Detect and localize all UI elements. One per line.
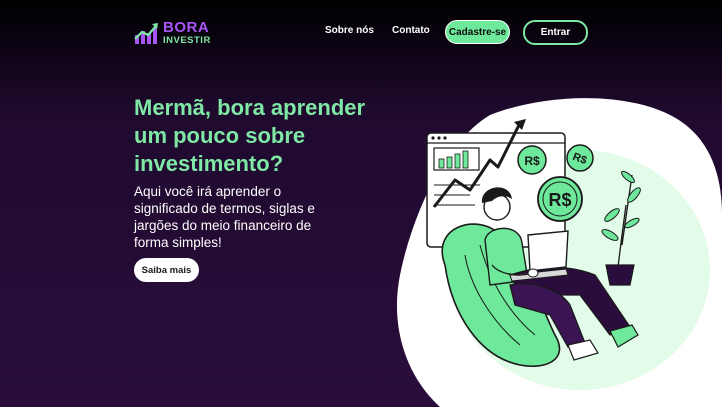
coin-icon: R$ (566, 144, 594, 172)
brand-name: BORA INVESTIR (163, 20, 211, 46)
brand-logo[interactable]: BORA INVESTIR (134, 20, 211, 46)
nav-link-contact[interactable]: Contato (392, 25, 430, 36)
coin-label: R$ (524, 154, 540, 168)
login-button[interactable]: Entrar (523, 20, 588, 45)
coin-label: R$ (548, 190, 571, 210)
top-navbar: BORA INVESTIR Sobre nós Contato Cadastre… (0, 0, 722, 64)
hero-title: Mermã, bora aprender um pouco sobre inve… (134, 95, 366, 176)
hero-illustration: R$ R$ R$ (396, 98, 722, 407)
growth-chart-icon (134, 23, 158, 44)
signup-button[interactable]: Cadastre-se (445, 20, 510, 44)
coin-icon: R$ (537, 176, 583, 222)
brand-name-line1: BORA (163, 19, 210, 37)
learn-more-button[interactable]: Saiba mais (134, 258, 199, 282)
brand-name-line2: INVESTIR (163, 35, 211, 47)
hero-description: Aqui você irá aprender o significado de … (134, 184, 315, 250)
nav-link-about[interactable]: Sobre nós (325, 25, 374, 36)
coin-icon: R$ (517, 145, 547, 175)
